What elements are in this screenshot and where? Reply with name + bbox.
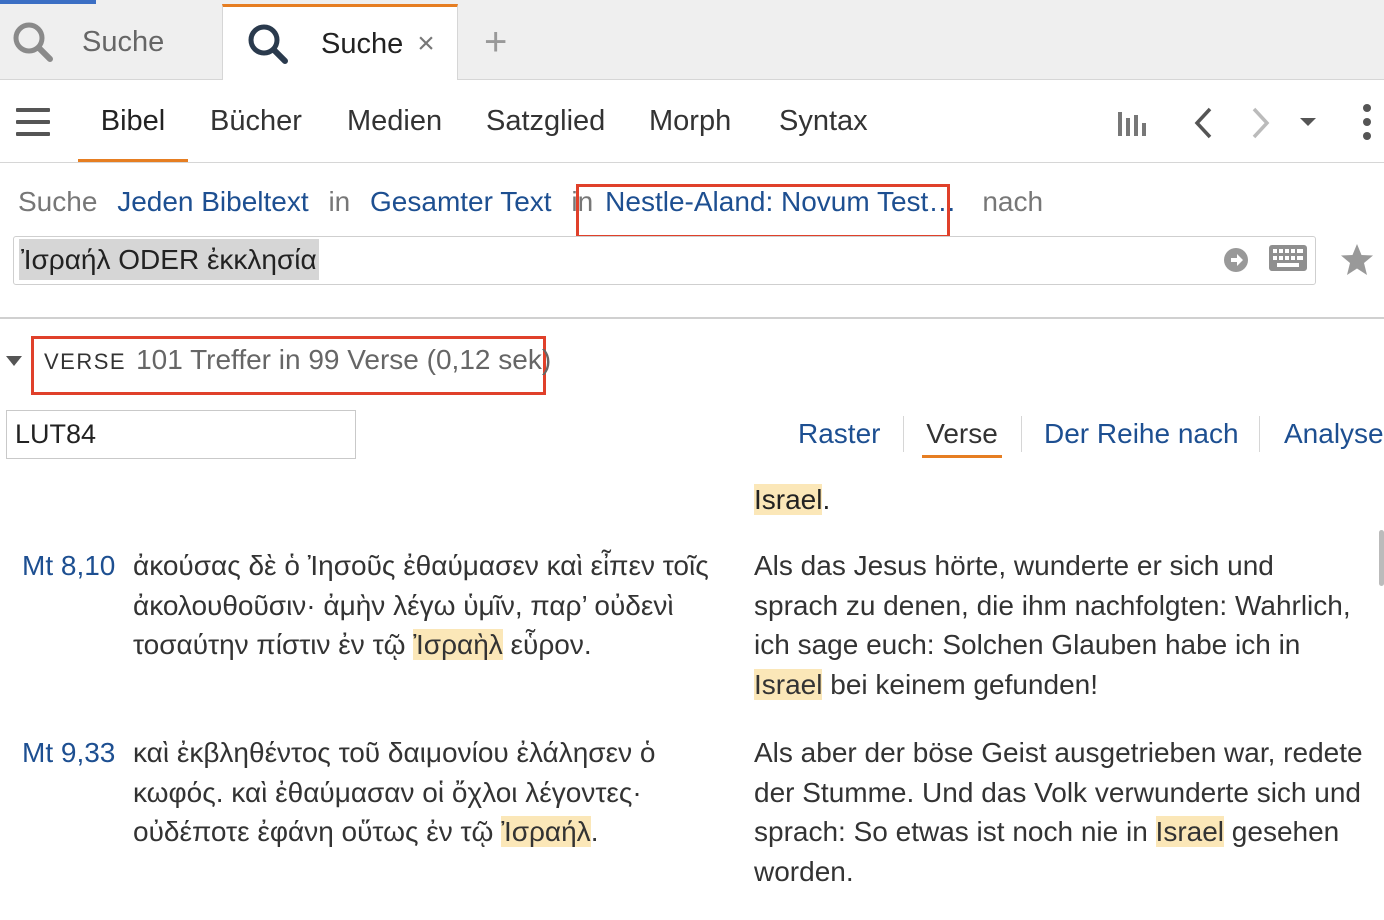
results-count: 101 Treffer in 99 Verse (0,12 sek) — [136, 344, 552, 375]
nav-tab-medien[interactable]: Medien — [347, 80, 442, 162]
view-tab-raster[interactable]: Raster — [798, 410, 880, 458]
tab-search-1[interactable]: Suche — [0, 4, 222, 80]
view-tab-der-reihe-nach[interactable]: Der Reihe nach — [1044, 410, 1239, 458]
results-label: VERSE — [44, 349, 127, 374]
german-text: Als das Jesus hörte, wunderte er sich un… — [754, 546, 1364, 704]
close-tab-icon[interactable]: × — [417, 27, 435, 61]
chevron-left-icon[interactable] — [1192, 106, 1216, 140]
greek-text-post: εὗρον. — [502, 629, 592, 660]
highlight-hit: Ἰσραήλ — [501, 816, 591, 847]
highlight-hit: Israel — [1155, 816, 1225, 847]
tab-search-2[interactable]: Suche × — [222, 4, 458, 81]
greek-text-post: . — [590, 816, 599, 847]
greek-text: καὶ ἐκβληθέντος τοῦ δαιμονίου ἐλάλησεν ὁ… — [133, 733, 713, 852]
nav-tab-satzglied[interactable]: Satzglied — [486, 80, 605, 162]
new-tab-button[interactable]: + — [484, 22, 507, 62]
range-selector[interactable]: Gesamter Text — [370, 186, 552, 217]
chevron-right-icon[interactable] — [1248, 106, 1272, 140]
caret-down-icon[interactable] — [1298, 116, 1318, 128]
german-text: Als aber der böse Geist ausgetrieben war… — [754, 733, 1364, 891]
query-word: Suche — [18, 186, 98, 217]
search-icon — [13, 22, 53, 62]
chart-bars-icon[interactable] — [1116, 106, 1152, 138]
keyboard-icon[interactable] — [1268, 243, 1308, 275]
german-text-post: bei keinem gefunden! — [822, 668, 1098, 700]
tab-label: Suche — [82, 25, 165, 58]
collapse-triangle-icon[interactable] — [6, 356, 22, 366]
nav-tab-morph[interactable]: Morph — [649, 80, 731, 162]
search-query-text[interactable]: Ἰσραήλ ODER ἐκκλησία — [19, 239, 319, 280]
nav-tab-bibel[interactable]: Bibel — [78, 80, 188, 162]
german-text-pre: Als das Jesus hörte, wunderte er sich un… — [754, 550, 1351, 660]
view-tab-analyse[interactable]: Analyse — [1284, 410, 1384, 458]
nav-tab-buecher[interactable]: Bücher — [210, 80, 302, 162]
view-separator — [1259, 416, 1260, 452]
query-word: nach — [982, 186, 1044, 217]
view-separator — [1021, 416, 1022, 452]
nav-tab-syntax[interactable]: Syntax — [779, 80, 868, 162]
hamburger-menu-icon[interactable] — [16, 108, 50, 136]
results-summary: VERSE 101 Treffer in 99 Verse (0,12 sek) — [44, 344, 551, 376]
search-icon — [248, 24, 288, 64]
view-tab-verse[interactable]: Verse — [922, 410, 1002, 458]
annotation-box-resource — [576, 184, 950, 238]
go-arrow-icon[interactable] — [1222, 246, 1250, 274]
query-word: in — [328, 186, 351, 217]
greek-text: ἀκούσας δὲ ὁ Ἰησοῦς ἐθαύμασεν καὶ εἶπεν … — [133, 546, 733, 665]
section-divider — [0, 317, 1384, 319]
tab-label: Suche — [321, 27, 404, 60]
scope-selector[interactable]: Jeden Bibeltext — [117, 186, 308, 217]
previous-verse-fragment: Israel. — [754, 480, 830, 520]
star-icon[interactable] — [1339, 242, 1375, 278]
scrollbar-thumb[interactable] — [1379, 530, 1384, 586]
view-separator — [903, 416, 904, 452]
highlight-hit: Israel — [754, 668, 823, 700]
translation-input[interactable]: LUT84 — [6, 410, 356, 459]
tab-bar: Suche Suche × + — [0, 0, 1384, 81]
results-list: Israel. Mt 8,10 ἀκούσας δὲ ὁ Ἰησοῦς ἐθαύ… — [0, 470, 1384, 920]
verse-reference[interactable]: Mt 9,33 — [22, 733, 115, 773]
fragment-text: . — [822, 484, 831, 515]
more-vertical-icon[interactable] — [1361, 102, 1373, 142]
verse-reference[interactable]: Mt 8,10 — [22, 546, 115, 586]
highlight-hit: Ἰσραὴλ — [413, 629, 503, 660]
highlight-hit: Israel — [754, 484, 823, 515]
search-input[interactable]: Ἰσραήλ ODER ἐκκλησία — [13, 236, 1316, 285]
resource-type-nav: Bibel Bücher Medien Satzglied Morph Synt… — [0, 80, 1384, 163]
